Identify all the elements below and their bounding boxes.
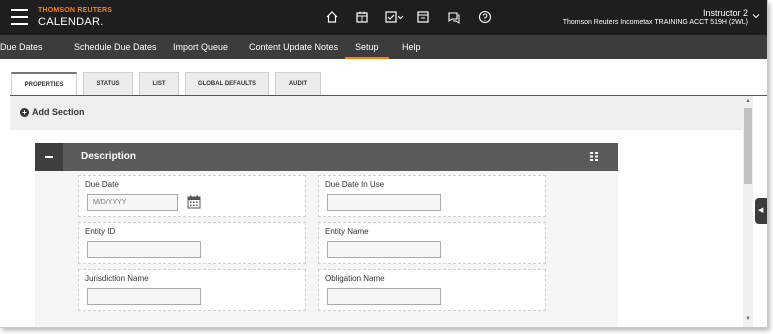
user-name[interactable]: Instructor 2 — [703, 8, 748, 18]
chevron-down-icon[interactable] — [397, 10, 404, 24]
tab-status[interactable]: STATUS — [83, 72, 133, 96]
checklist-icon[interactable] — [384, 10, 398, 24]
app-window: THOMSON REUTERS CALENDAR. Instructor 2 T… — [0, 0, 768, 328]
content-area: + Add Section Description Due Date M/D/Y… — [0, 96, 767, 327]
section-title: Description — [81, 151, 137, 162]
collapse-button[interactable] — [35, 143, 63, 171]
nav-schedule-due-dates[interactable]: Schedule Due Dates — [74, 35, 157, 59]
add-section-bar: + Add Section — [10, 96, 743, 130]
field-due-date: Due Date — [78, 175, 306, 217]
nav-setup[interactable]: Setup — [345, 35, 389, 59]
field-jurisdiction-name: Jurisdiction Name — [78, 269, 306, 311]
drag-grid-icon[interactable] — [590, 152, 598, 161]
tray-icon[interactable] — [416, 10, 430, 24]
help-icon[interactable] — [478, 10, 492, 24]
obligation-name-input[interactable] — [327, 288, 441, 305]
tab-global-defaults[interactable]: GLOBAL DEFAULTS — [185, 72, 269, 96]
tab-bar: PROPERTIES STATUS LIST GLOBAL DEFAULTS A… — [0, 59, 767, 97]
hamburger-menu-icon[interactable] — [11, 9, 28, 25]
field-label: Entity ID — [85, 227, 116, 236]
plus-circle-icon: + — [20, 107, 29, 117]
minus-icon — [45, 156, 53, 158]
home-icon[interactable] — [325, 10, 339, 24]
tab-properties[interactable]: PROPERTIES — [11, 72, 77, 96]
chat-icon[interactable] — [447, 10, 461, 24]
field-label: Entity Name — [325, 227, 369, 236]
field-obligation-name: Obligation Name — [318, 269, 546, 311]
field-label: Jurisdiction Name — [85, 274, 149, 283]
add-section-button[interactable]: + Add Section — [20, 107, 85, 117]
chevron-left-icon: ◀ — [758, 207, 764, 214]
main-nav: Due Dates Schedule Due Dates Import Queu… — [0, 35, 767, 59]
brand-product: CALENDAR. — [38, 16, 104, 28]
field-label: Obligation Name — [325, 274, 385, 283]
scroll-up-arrow-icon[interactable]: ▲ — [745, 98, 751, 104]
field-due-date-in-use: Due Date In Use — [318, 175, 546, 217]
tab-audit[interactable]: AUDIT — [275, 72, 321, 96]
due-date-input[interactable] — [87, 194, 178, 211]
brand-company: THOMSON REUTERS — [38, 7, 113, 14]
due-date-in-use-input[interactable] — [327, 194, 441, 211]
user-account: Thomson Reuters Incometax TRAINING ACCT … — [562, 19, 748, 26]
add-section-label: Add Section — [32, 107, 85, 117]
tab-list[interactable]: LIST — [139, 72, 179, 96]
scroll-thumb[interactable] — [744, 108, 752, 184]
scroll-down-arrow-icon[interactable]: ▼ — [745, 316, 751, 322]
field-label: Due Date — [85, 180, 119, 189]
entity-id-input[interactable] — [87, 241, 201, 258]
nav-help[interactable]: Help — [402, 35, 421, 59]
field-entity-name: Entity Name — [318, 222, 546, 264]
user-menu-chevron-icon[interactable] — [752, 12, 760, 20]
nav-import-queue[interactable]: Import Queue — [173, 35, 228, 59]
entity-name-input[interactable] — [327, 241, 441, 258]
side-panel-toggle[interactable]: ◀ — [755, 198, 767, 224]
section-header: Description — [35, 143, 618, 171]
calendar-picker-icon[interactable] — [187, 195, 201, 209]
nav-content-update-notes[interactable]: Content Update Notes — [249, 35, 338, 59]
top-bar: THOMSON REUTERS CALENDAR. Instructor 2 T… — [0, 0, 767, 35]
calendar-icon[interactable] — [355, 10, 369, 24]
field-entity-id: Entity ID — [78, 222, 306, 264]
section-body: Due Date Due Date In Use Entity ID — [35, 171, 618, 327]
nav-due-dates[interactable]: Due Dates — [0, 35, 43, 59]
vertical-scrollbar[interactable]: ▲ ▼ — [743, 96, 753, 327]
jurisdiction-name-input[interactable] — [87, 288, 201, 305]
field-label: Due Date In Use — [325, 180, 385, 189]
